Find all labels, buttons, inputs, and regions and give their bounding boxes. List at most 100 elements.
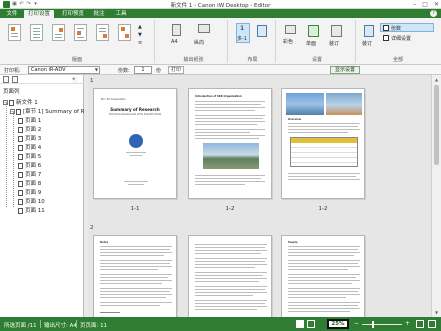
page-6-line [288, 266, 360, 267]
tree-expander-icon[interactable]: − [3, 100, 8, 105]
page-4-line [100, 297, 166, 298]
settings-check-2[interactable] [383, 35, 389, 41]
tree-item-page[interactable]: 页面 7 [18, 171, 41, 179]
orientation-label[interactable]: 纵向 [194, 39, 204, 46]
title-bar: ▣ ↶ ↷ ▾ 新文件 1 - Canon iW Desktop - Edito… [0, 0, 441, 9]
zoom-slider[interactable] [362, 324, 402, 325]
ribbon-group-output-paper: A4 纵向 输出纸张 [160, 20, 228, 63]
tree-item-document[interactable]: − 新文件 1 [3, 99, 38, 107]
tree-item-page[interactable]: 页面 9 [18, 189, 41, 197]
collapse-pane-icon[interactable]: ◂ [72, 76, 78, 83]
page-icon [16, 108, 21, 115]
printer-bar: 打印机: Canon iR-ADV ▼ 份数: 1 份 打印 显示设置 [0, 65, 441, 75]
page-2-line [195, 135, 265, 136]
tab-print-settings[interactable]: 打印设置 [24, 10, 54, 18]
page-5-line [195, 261, 265, 262]
minimize-button[interactable]: – [413, 0, 416, 9]
color-label[interactable]: 彩色 [283, 38, 293, 45]
page-thumbnail-3[interactable]: Overview [281, 88, 365, 199]
layout-more-icon[interactable]: ≡ [138, 40, 142, 46]
paper-size-label[interactable]: A4 [171, 39, 178, 45]
page-order-icon[interactable] [257, 25, 267, 37]
tree-item-page[interactable]: 页面 2 [18, 126, 41, 134]
page-icon [18, 171, 23, 178]
printer-select[interactable]: Canon iR-ADV ▼ [28, 66, 100, 74]
layout-option-2[interactable] [30, 24, 43, 41]
tab-print-preview[interactable]: 打印预览 [58, 10, 88, 18]
fit-width-icon[interactable] [416, 320, 424, 328]
scroll-up-icon[interactable]: ▲ [433, 76, 440, 83]
tree-item-page[interactable]: 页面 1 [18, 117, 41, 125]
scroll-down-icon[interactable]: ▼ [433, 309, 440, 316]
status-bar: 所选页面 /11 输出尺寸: A4 页页面: 11 25% − + [0, 317, 441, 331]
page-icon [18, 135, 23, 142]
layout-scroll-down-icon[interactable]: ▼ [138, 32, 142, 38]
layout-option-5[interactable] [96, 24, 109, 41]
scrollbar-thumb[interactable] [434, 85, 439, 165]
tab-annotation[interactable]: 批注 [91, 10, 107, 18]
page-list-tab-icon[interactable] [3, 76, 9, 83]
tree-item-section[interactable]: − [章节 1] Summary of Re [10, 108, 88, 116]
page-list-title: 页面列 [3, 89, 20, 95]
page-thumbnail-6[interactable]: People [281, 235, 365, 317]
show-settings-button[interactable]: 显示设置 [330, 66, 360, 74]
merge-icon[interactable] [364, 25, 374, 37]
zoom-out-button[interactable]: − [354, 320, 359, 328]
tree-item-page[interactable]: 页面 11 [18, 207, 45, 215]
layout-option-6[interactable] [118, 24, 131, 41]
layout-option-3[interactable] [52, 24, 65, 41]
page-3-line [288, 176, 356, 177]
tree-item-page[interactable]: 页面 8 [18, 180, 41, 188]
layout-option-1[interactable] [8, 24, 21, 41]
vertical-scrollbar[interactable]: ▲ ▼ [431, 75, 441, 317]
page-thumbnail-4[interactable]: Notes [93, 235, 177, 317]
page-thumbnail-1[interactable]: Pro. XX Corporation Summary of Research … [93, 88, 177, 199]
tree-item-page[interactable]: 页面 5 [18, 153, 41, 161]
page-2-line [195, 129, 265, 130]
orientation-icon[interactable] [198, 24, 210, 33]
tree-item-page[interactable]: 页面 10 [18, 198, 45, 206]
staple-icon[interactable] [331, 25, 342, 37]
page-1-logo [129, 134, 143, 148]
page-4-line [100, 312, 120, 313]
copies-input[interactable]: 1 [134, 66, 152, 74]
layout-option-4[interactable] [74, 24, 87, 41]
single-page-view-icon[interactable] [296, 320, 304, 328]
print-button[interactable]: 打印 [168, 66, 184, 74]
copies-value: 1 [141, 67, 145, 73]
two-page-view-icon[interactable] [307, 320, 315, 328]
page-6-line [288, 249, 358, 250]
tree-item-page[interactable]: 页面 4 [18, 144, 41, 152]
close-button[interactable]: ✕ [434, 0, 439, 9]
nav-pane-tabs: ◂ [0, 75, 84, 84]
tab-file[interactable]: 文件 [4, 10, 20, 18]
staple-label[interactable]: 装订 [329, 40, 339, 47]
layout-scroll-up-icon[interactable]: ▲ [138, 24, 142, 30]
page-5-line [195, 258, 267, 259]
tree-guide-2 [13, 112, 14, 207]
ribbon-tabs: 文件 打印设置 打印预览 批注 工具 ? [0, 9, 441, 18]
fit-page-icon[interactable] [428, 320, 436, 328]
page-icon [18, 180, 23, 187]
zoom-level[interactable]: 25% [327, 319, 349, 329]
page-thumbnail-5[interactable] [188, 235, 272, 317]
zoom-slider-handle[interactable] [372, 321, 374, 328]
merge-label[interactable]: 装订 [362, 40, 372, 47]
paper-size-icon[interactable] [172, 24, 181, 36]
page-3-line [288, 179, 360, 180]
section-number-2: 2 [90, 225, 94, 231]
settings-check-1[interactable] [383, 25, 389, 31]
bookmark-tab-icon[interactable] [12, 76, 18, 83]
page-thumbnail-2[interactable]: Introduction of SRR Organization [188, 88, 272, 199]
maximize-button[interactable]: □ [422, 0, 428, 9]
duplex-icon[interactable] [308, 25, 319, 37]
duplex-label[interactable]: 单面 [306, 40, 316, 47]
tree-item-page[interactable]: 页面 6 [18, 162, 41, 170]
help-icon[interactable]: ? [430, 10, 437, 17]
tree-expander-icon[interactable]: − [10, 109, 15, 114]
page-icon [18, 189, 23, 196]
zoom-in-button[interactable]: + [405, 320, 410, 328]
color-icon[interactable] [285, 25, 296, 34]
tab-tools[interactable]: 工具 [113, 10, 129, 18]
tree-item-page[interactable]: 页面 3 [18, 135, 41, 143]
